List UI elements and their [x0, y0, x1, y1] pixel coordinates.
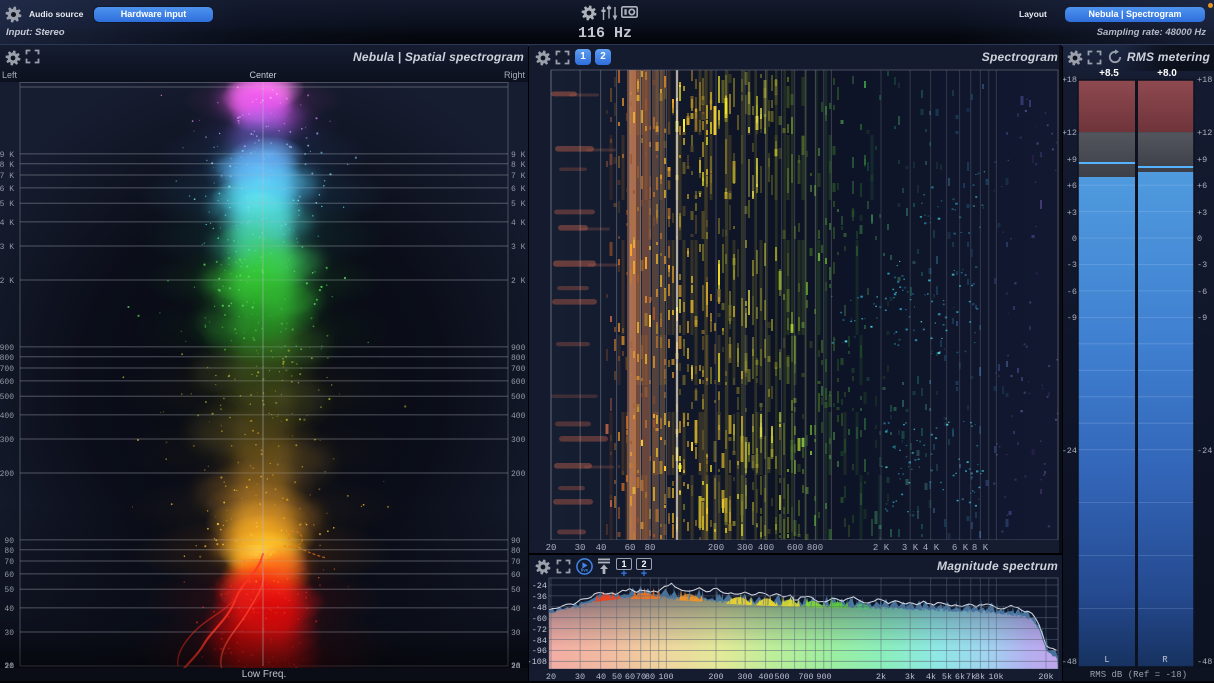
svg-text:900: 900	[0, 344, 14, 353]
svg-text:300: 300	[511, 436, 526, 445]
svg-text:8 K: 8 K	[0, 161, 14, 170]
svg-text:+9: +9	[1067, 155, 1077, 165]
svg-text:-48: -48	[532, 603, 547, 613]
svg-text:+18: +18	[1197, 75, 1212, 85]
svg-text:30: 30	[511, 629, 521, 638]
svg-text:9 K: 9 K	[511, 151, 526, 160]
svg-text:80: 80	[511, 547, 521, 556]
svg-text:7 K: 7 K	[0, 172, 14, 181]
svg-text:-9: -9	[1197, 313, 1207, 323]
svg-text:500: 500	[0, 393, 14, 402]
svg-text:-84: -84	[532, 636, 547, 646]
svg-text:800: 800	[511, 354, 526, 363]
svg-text:90: 90	[4, 537, 14, 546]
svg-text:5 K: 5 K	[511, 200, 526, 209]
svg-text:6 K: 6 K	[511, 185, 526, 194]
svg-text:50: 50	[4, 586, 14, 595]
svg-text:800: 800	[0, 354, 14, 363]
svg-text:8 K: 8 K	[972, 543, 989, 553]
svg-text:600: 600	[0, 378, 14, 387]
svg-text:+18: +18	[1063, 75, 1077, 85]
svg-text:-48: -48	[1197, 657, 1212, 667]
svg-text:200: 200	[708, 543, 724, 553]
svg-text:3 K: 3 K	[902, 543, 919, 553]
svg-text:7 K: 7 K	[511, 172, 526, 181]
svg-text:200: 200	[0, 470, 14, 479]
svg-text:400: 400	[511, 412, 526, 421]
svg-text:+3: +3	[1067, 208, 1077, 218]
svg-text:2 K: 2 K	[511, 277, 526, 286]
svg-text:4 K: 4 K	[511, 219, 526, 228]
svg-text:300: 300	[0, 436, 14, 445]
svg-text:20: 20	[546, 543, 557, 553]
svg-text:-6: -6	[1197, 287, 1207, 297]
svg-text:80: 80	[645, 543, 656, 553]
svg-text:4 K: 4 K	[923, 543, 940, 553]
svg-text:600: 600	[787, 543, 803, 553]
svg-text:500: 500	[511, 393, 526, 402]
svg-text:70: 70	[511, 558, 521, 567]
svg-text:L: L	[1104, 655, 1109, 665]
svg-text:900: 900	[511, 344, 526, 353]
svg-text:9 K: 9 K	[0, 151, 14, 160]
svg-text:3 K: 3 K	[0, 243, 14, 252]
svg-text:40: 40	[596, 543, 607, 553]
svg-text:-9: -9	[1067, 313, 1077, 323]
svg-text:400: 400	[758, 543, 774, 553]
svg-text:-3: -3	[1197, 260, 1207, 270]
svg-text:5 K: 5 K	[0, 200, 14, 209]
svg-text:70: 70	[4, 558, 14, 567]
svg-text:2 K: 2 K	[0, 277, 14, 286]
svg-text:40: 40	[511, 605, 521, 614]
svg-text:R: R	[1162, 655, 1168, 665]
svg-text:-3: -3	[1067, 260, 1077, 270]
svg-text:-24: -24	[1063, 446, 1077, 456]
svg-text:2 K: 2 K	[873, 543, 890, 553]
svg-text:300: 300	[737, 543, 753, 553]
svg-text:600: 600	[511, 378, 526, 387]
svg-text:4 K: 4 K	[0, 219, 14, 228]
svg-text:live: live	[581, 568, 589, 573]
svg-text:+9: +9	[1197, 155, 1207, 165]
svg-text:+3: +3	[1197, 208, 1207, 218]
svg-text:0: 0	[1197, 234, 1202, 244]
svg-text:+12: +12	[1063, 128, 1077, 138]
svg-text:30: 30	[575, 543, 586, 553]
svg-text:3 K: 3 K	[511, 243, 526, 252]
svg-text:-60: -60	[532, 614, 547, 624]
svg-text:-36: -36	[532, 592, 547, 602]
svg-text:-96: -96	[532, 646, 547, 656]
svg-text:80: 80	[4, 547, 14, 556]
svg-text:30: 30	[4, 629, 14, 638]
svg-text:-24: -24	[532, 581, 547, 591]
svg-text:+6: +6	[1067, 181, 1077, 191]
svg-text:-108: -108	[529, 657, 547, 667]
svg-text:60: 60	[4, 571, 14, 580]
svg-text:0: 0	[1072, 234, 1077, 244]
svg-text:400: 400	[0, 412, 14, 421]
svg-text:200: 200	[511, 470, 526, 479]
svg-text:6 K: 6 K	[952, 543, 969, 553]
svg-text:6 K: 6 K	[0, 185, 14, 194]
svg-text:50: 50	[511, 586, 521, 595]
svg-text:8 K: 8 K	[511, 161, 526, 170]
svg-text:90: 90	[511, 537, 521, 546]
svg-text:40: 40	[4, 605, 14, 614]
svg-text:60: 60	[511, 571, 521, 580]
svg-text:+12: +12	[1197, 128, 1212, 138]
svg-text:-48: -48	[1063, 657, 1077, 667]
svg-text:-72: -72	[532, 625, 547, 635]
svg-text:700: 700	[511, 365, 526, 374]
svg-text:60: 60	[625, 543, 636, 553]
svg-text:700: 700	[0, 365, 14, 374]
svg-text:-24: -24	[1197, 446, 1212, 456]
svg-text:800: 800	[807, 543, 823, 553]
svg-text:+6: +6	[1197, 181, 1207, 191]
svg-text:-6: -6	[1067, 287, 1077, 297]
